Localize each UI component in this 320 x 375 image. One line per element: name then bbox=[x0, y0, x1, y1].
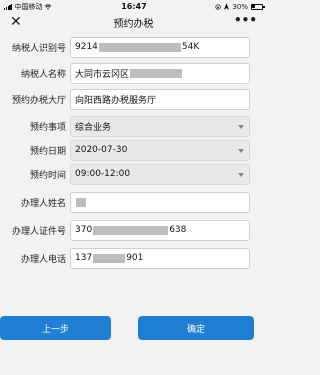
page-title: 预约办税 bbox=[113, 19, 154, 30]
status-left: 中国移动 bbox=[4, 2, 52, 12]
row-agent-id: 办理人证件号 370 638 bbox=[0, 217, 267, 243]
row-taxpayer-name: 纳税人名称 大同市云冈区 bbox=[0, 60, 267, 86]
status-right: 30% bbox=[215, 2, 265, 11]
agent-name-label: 办理人姓名 bbox=[20, 198, 66, 209]
agent-id-field[interactable]: 370 638 bbox=[70, 219, 250, 241]
item-select[interactable]: 综合业务 bbox=[70, 115, 250, 137]
more-menu-icon[interactable]: ••• bbox=[234, 13, 257, 27]
time-label: 预约时间 bbox=[29, 170, 66, 181]
redacted-block bbox=[76, 197, 86, 207]
row-date: 预约日期 2020-07-30 bbox=[0, 137, 267, 163]
taxpayer-id-label: 纳税人识别号 bbox=[11, 43, 66, 54]
row-taxpayer-id: 纳税人识别号 9214 54K bbox=[0, 34, 267, 60]
agent-phone-label: 办理人电话 bbox=[20, 254, 66, 265]
hall-field[interactable]: 向阳西路办税服务厅 bbox=[70, 88, 250, 110]
lock-rotation-icon bbox=[215, 3, 222, 10]
close-icon[interactable]: ✕ bbox=[10, 15, 22, 29]
agent-name-field[interactable] bbox=[70, 191, 250, 213]
chevron-down-icon bbox=[238, 172, 244, 177]
wifi-icon bbox=[45, 3, 52, 10]
row-hall: 预约办税大厅 向阳西路办税服务厅 bbox=[0, 86, 267, 112]
location-icon bbox=[224, 3, 230, 10]
previous-step-button[interactable]: 上一步 bbox=[0, 316, 111, 340]
agent-id-label: 办理人证件号 bbox=[11, 226, 66, 237]
redacted-block bbox=[130, 68, 183, 78]
taxpayer-name-field[interactable]: 大同市云冈区 bbox=[70, 62, 250, 84]
taxpayer-id-field[interactable]: 9214 54K bbox=[70, 36, 250, 58]
confirm-button[interactable]: 确定 bbox=[138, 316, 254, 340]
row-agent-phone: 办理人电话 137 901 bbox=[0, 245, 267, 271]
chevron-down-icon bbox=[238, 148, 244, 153]
taxpayer-name-label: 纳税人名称 bbox=[20, 69, 66, 80]
date-select[interactable]: 2020-07-30 bbox=[70, 139, 250, 161]
nav-bar: ✕ 预约办税 ••• bbox=[0, 13, 267, 32]
status-bar: 中国移动 16:47 30% bbox=[0, 0, 267, 13]
item-label: 预约事项 bbox=[29, 122, 66, 133]
redacted-block bbox=[93, 253, 126, 263]
row-agent-name: 办理人姓名 bbox=[0, 189, 267, 215]
date-label: 预约日期 bbox=[29, 146, 66, 157]
redacted-block bbox=[93, 225, 169, 235]
redacted-block bbox=[98, 42, 181, 52]
row-time: 预约时间 09:00-12:00 bbox=[0, 161, 267, 187]
clock: 16:47 bbox=[121, 2, 147, 11]
carrier-label: 中国移动 bbox=[14, 2, 43, 11]
hall-label: 预约办税大厅 bbox=[11, 95, 66, 106]
time-select[interactable]: 09:00-12:00 bbox=[70, 163, 250, 185]
agent-phone-field[interactable]: 137 901 bbox=[70, 247, 250, 269]
battery-icon bbox=[250, 3, 265, 10]
chevron-down-icon bbox=[238, 124, 244, 129]
row-item: 预约事项 综合业务 bbox=[0, 113, 267, 139]
signal-icon bbox=[4, 3, 13, 10]
battery-percent: 30% bbox=[232, 2, 248, 11]
